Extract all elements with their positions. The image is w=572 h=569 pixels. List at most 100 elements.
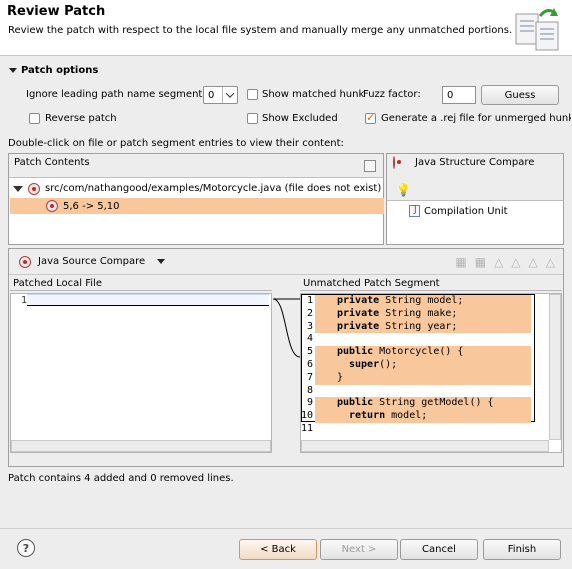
fuzz-factor-input[interactable]: 0 — [442, 86, 476, 104]
next-button[interactable]: Next > — [320, 539, 398, 560]
structure-compare-icon — [393, 156, 395, 169]
patch-contents-panel: Patch Contents src/com/nathangood/exampl… — [8, 153, 384, 245]
line-content: return model; — [315, 410, 531, 423]
code-line: 1 private String model; — [301, 295, 535, 308]
fuzz-factor-value: 0 — [447, 89, 454, 101]
left-pane-title: Patched Local File — [13, 278, 102, 289]
structure-compare-panel: Java Structure Compare 💡 J Compilation U… — [386, 153, 564, 245]
guess-button[interactable]: Guess — [481, 85, 559, 105]
patch-contents-title: Patch Contents — [14, 157, 90, 168]
show-matched-hunk-checkbox[interactable] — [247, 89, 258, 100]
tree-row-hunk[interactable]: 5,6 -> 5,10 — [10, 198, 384, 214]
back-button[interactable]: < Back — [239, 539, 317, 560]
collapse-triangle-icon[interactable] — [9, 68, 17, 73]
right-pane-title: Unmatched Patch Segment — [303, 278, 440, 289]
next-difference-icon[interactable]: △ — [494, 255, 503, 269]
code-text: Motorcycle() { — [373, 346, 464, 358]
generate-rej-label: Generate a .rej file for unmerged hunk — [381, 113, 571, 124]
next-change-icon[interactable]: △ — [529, 255, 538, 269]
ignore-segments-combo[interactable]: 0 — [203, 86, 238, 104]
line-content: private String model; — [315, 295, 531, 308]
collapse-all-icon[interactable] — [364, 160, 376, 172]
line-number: 8 — [306, 384, 313, 396]
ignore-segments-value: 0 — [208, 89, 215, 101]
code-text: String make; — [379, 307, 458, 319]
source-compare-title: Java Source Compare — [38, 256, 146, 267]
line-content: public Motorcycle() { — [315, 346, 531, 359]
code-line: 5 public Motorcycle() { — [301, 346, 535, 359]
tree-row-file[interactable]: src/com/nathangood/examples/Motorcycle.j… — [10, 180, 384, 197]
ignore-segments-label: Ignore leading path name segments: — [26, 89, 211, 100]
structure-item[interactable]: J Compilation Unit — [409, 205, 508, 217]
patch-wizard-icon — [510, 4, 566, 52]
page-title: Review Patch — [7, 4, 106, 19]
hunk-range: 5,6 -> 5,10 — [63, 200, 120, 212]
lightbulb-icon[interactable]: 💡 — [396, 183, 411, 197]
keyword: private — [337, 307, 380, 319]
left-insertion-marker — [27, 294, 269, 306]
keyword: super — [349, 358, 380, 370]
reverse-patch-label: Reverse patch — [45, 113, 117, 124]
keyword: private — [337, 295, 380, 306]
expand-triangle-icon[interactable] — [13, 185, 23, 192]
line-number: 6 — [306, 358, 313, 370]
keyword: public — [337, 397, 374, 409]
code-line: 9 public String getModel() { — [301, 397, 535, 411]
right-horizontal-scrollbar[interactable] — [301, 440, 549, 452]
code-text: (); — [379, 358, 398, 370]
line-content: private String make; — [315, 307, 531, 321]
dropdown-arrow-icon[interactable] — [157, 259, 166, 264]
previous-difference-icon[interactable]: △ — [511, 255, 520, 269]
patch-contents-header: Patch Contents — [9, 154, 383, 178]
structure-compare-title: Java Structure Compare — [415, 157, 535, 168]
line-content: } — [315, 371, 531, 385]
left-line-number: 1 — [20, 295, 27, 306]
chevron-down-icon[interactable] — [222, 87, 237, 103]
line-number: 11 — [301, 422, 314, 434]
previous-change-icon[interactable]: △ — [546, 255, 555, 269]
source-compare-panel: Java Source Compare ▦ ▦ △ △ △ △ Patched … — [8, 248, 564, 467]
keyword: public — [337, 346, 374, 358]
keyword: return — [349, 410, 386, 422]
copy-right-to-left-icon[interactable]: ▦ — [475, 255, 486, 269]
copy-left-to-right-icon[interactable]: ▦ — [455, 255, 466, 269]
code-line: 4 — [301, 333, 535, 346]
line-number: 2 — [306, 307, 313, 319]
instruction-text: Double-click on file or patch segment en… — [8, 138, 344, 149]
help-icon[interactable]: ? — [17, 539, 35, 557]
code-line: 10 return model; — [301, 410, 535, 423]
cancel-button[interactable]: Cancel — [400, 539, 478, 560]
finish-button[interactable]: Finish — [483, 539, 561, 560]
code-text: String year; — [379, 320, 458, 332]
wizard-banner: Review Patch Review the patch with respe… — [0, 0, 572, 56]
right-pane[interactable]: 1 private String model; 2 private String ma… — [300, 293, 562, 453]
page-description: Review the patch with respect to the loc… — [8, 25, 513, 36]
left-horizontal-scrollbar[interactable] — [11, 440, 271, 452]
code-line: 11 — [301, 423, 535, 436]
left-pane-header: Patched Local File — [10, 277, 272, 291]
code-text: model; — [385, 410, 428, 422]
right-vertical-scrollbar[interactable] — [549, 294, 561, 440]
patch-options-section-header[interactable]: Patch options — [9, 65, 98, 76]
line-number: 4 — [306, 333, 313, 345]
show-excluded-label: Show Excluded — [262, 113, 338, 124]
line-content: super(); — [315, 358, 531, 372]
show-excluded-checkbox[interactable] — [247, 113, 258, 124]
code-line: 8 — [301, 385, 535, 398]
compilation-unit-icon: J — [409, 205, 420, 217]
right-pane-header: Unmatched Patch Segment — [300, 277, 562, 291]
generate-rej-checkbox[interactable] — [365, 111, 376, 124]
compilation-unit-label: Compilation Unit — [424, 205, 508, 217]
keyword: private — [337, 320, 380, 332]
line-number: 5 — [306, 346, 313, 358]
line-number: 9 — [306, 397, 313, 409]
diff-connector — [273, 298, 301, 358]
hunk-error-icon — [46, 200, 58, 212]
left-pane[interactable]: 1 — [10, 293, 272, 453]
code-line: 6 super(); — [301, 358, 535, 372]
structure-compare-header: Java Structure Compare 💡 — [387, 154, 563, 201]
source-compare-toolbar: Java Source Compare ▦ ▦ △ △ △ △ — [9, 249, 563, 275]
source-compare-icon — [19, 255, 31, 268]
reverse-patch-checkbox[interactable] — [29, 113, 40, 124]
line-number: 10 — [301, 410, 314, 422]
